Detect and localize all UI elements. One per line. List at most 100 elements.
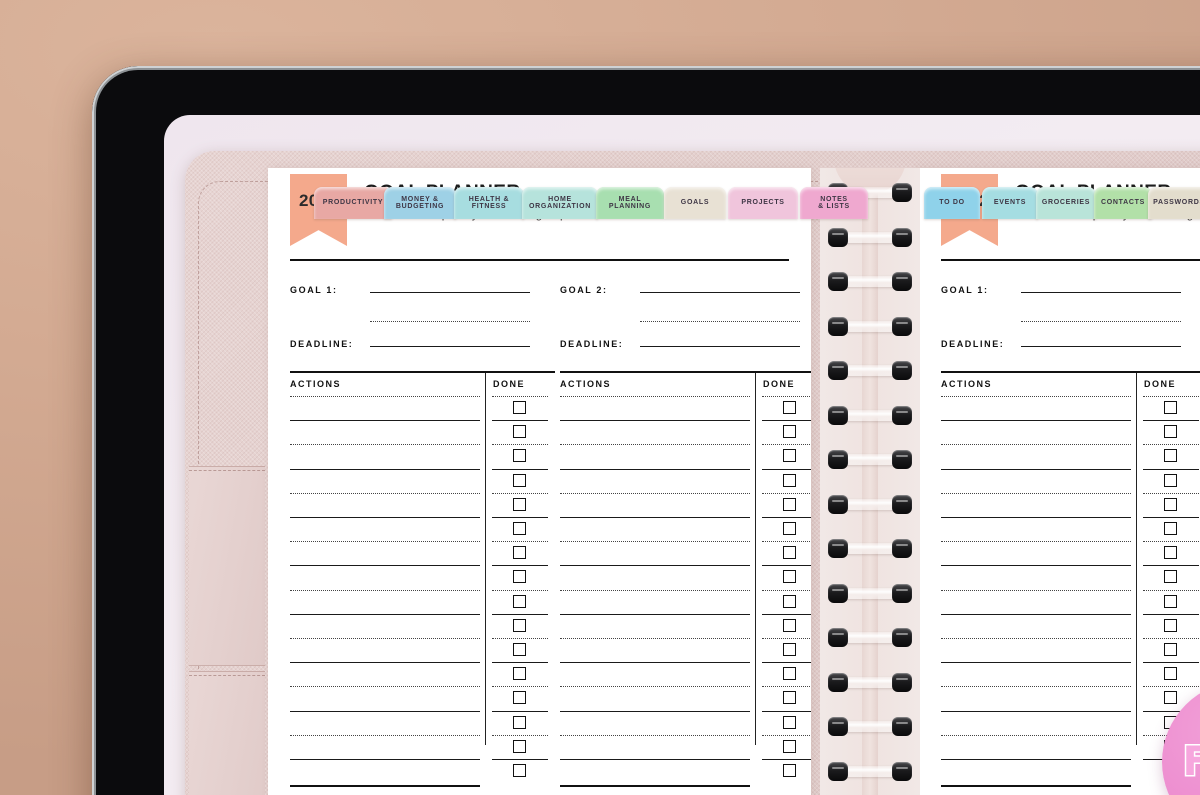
- done-checkbox[interactable]: [513, 570, 526, 584]
- action-row-line[interactable]: [560, 638, 750, 639]
- action-row-line[interactable]: [941, 541, 1131, 543]
- action-row-line[interactable]: [941, 759, 1131, 760]
- action-row-line[interactable]: [290, 589, 480, 591]
- action-row-line[interactable]: [941, 420, 1131, 422]
- done-checkbox[interactable]: [783, 667, 796, 681]
- action-row-line[interactable]: [560, 396, 750, 397]
- done-checkbox[interactable]: [1164, 401, 1177, 414]
- action-row-line[interactable]: [290, 662, 480, 664]
- done-checkbox[interactable]: [1164, 425, 1177, 439]
- goal-line[interactable]: [1021, 292, 1181, 293]
- action-row-line[interactable]: [941, 613, 1131, 615]
- tab-projects[interactable]: PROJECTS: [728, 187, 798, 219]
- done-checkbox[interactable]: [1164, 691, 1177, 705]
- done-checkbox[interactable]: [783, 449, 796, 463]
- goal-line-2[interactable]: [640, 321, 800, 322]
- done-checkbox[interactable]: [783, 691, 796, 705]
- tab-to-do[interactable]: TO DO: [924, 187, 980, 219]
- goal-line-2[interactable]: [1021, 321, 1181, 322]
- action-row-line[interactable]: [941, 517, 1131, 518]
- action-row-line[interactable]: [560, 444, 750, 446]
- tab-goals[interactable]: GOALS: [664, 187, 726, 219]
- done-checkbox[interactable]: [783, 473, 796, 487]
- tab-health-fitness[interactable]: HEALTH & FITNESS: [454, 187, 524, 219]
- done-checkbox[interactable]: [783, 546, 796, 560]
- done-checkbox[interactable]: [513, 667, 526, 681]
- done-checkbox[interactable]: [783, 522, 796, 535]
- action-row-line[interactable]: [560, 662, 750, 664]
- done-checkbox[interactable]: [783, 594, 796, 608]
- done-checkbox[interactable]: [513, 618, 526, 632]
- action-row-line[interactable]: [941, 638, 1131, 639]
- done-checkbox[interactable]: [783, 643, 796, 656]
- done-checkbox[interactable]: [1164, 473, 1177, 487]
- action-row-line[interactable]: [290, 420, 480, 422]
- action-row-line[interactable]: [290, 541, 480, 543]
- done-checkbox[interactable]: [513, 473, 526, 487]
- action-row-line[interactable]: [560, 517, 750, 518]
- action-row-line[interactable]: [941, 492, 1131, 494]
- done-checkbox[interactable]: [783, 739, 796, 753]
- action-row-line[interactable]: [560, 541, 750, 543]
- action-row-line[interactable]: [290, 396, 480, 397]
- done-checkbox[interactable]: [783, 497, 796, 511]
- action-row-line[interactable]: [941, 396, 1131, 397]
- done-checkbox[interactable]: [1164, 449, 1177, 463]
- goal-line[interactable]: [370, 292, 530, 293]
- action-row-line[interactable]: [560, 759, 750, 760]
- tab-productivity[interactable]: PRODUCTIVITY: [314, 187, 392, 219]
- action-row-line[interactable]: [290, 565, 480, 567]
- action-row-line[interactable]: [290, 492, 480, 494]
- done-checkbox[interactable]: [1164, 667, 1177, 681]
- goal-line-2[interactable]: [370, 321, 530, 322]
- action-row-line[interactable]: [941, 710, 1131, 712]
- tab-groceries[interactable]: GROCERIES: [1036, 187, 1096, 219]
- tab-contacts[interactable]: CONTACTS: [1094, 187, 1152, 219]
- done-checkbox[interactable]: [783, 618, 796, 632]
- tab-events[interactable]: EVENTS: [982, 187, 1038, 219]
- action-row-line[interactable]: [560, 420, 750, 422]
- action-row-line[interactable]: [941, 662, 1131, 664]
- action-row-line[interactable]: [290, 444, 480, 446]
- action-row-line[interactable]: [560, 468, 750, 470]
- done-checkbox[interactable]: [513, 401, 526, 414]
- done-checkbox[interactable]: [513, 449, 526, 463]
- action-row-line[interactable]: [560, 565, 750, 567]
- action-row-line[interactable]: [290, 686, 480, 688]
- tab-money-budgeting[interactable]: MONEY & BUDGETING: [384, 187, 456, 219]
- done-checkbox[interactable]: [783, 425, 796, 439]
- deadline-line[interactable]: [1021, 346, 1181, 347]
- done-checkbox[interactable]: [513, 497, 526, 511]
- done-checkbox[interactable]: [1164, 570, 1177, 584]
- done-checkbox[interactable]: [783, 570, 796, 584]
- action-row-line[interactable]: [941, 686, 1131, 688]
- done-checkbox[interactable]: [513, 522, 526, 535]
- done-checkbox[interactable]: [1164, 618, 1177, 632]
- done-checkbox[interactable]: [513, 425, 526, 439]
- action-row-line[interactable]: [941, 444, 1131, 446]
- deadline-line[interactable]: [640, 346, 800, 347]
- done-checkbox[interactable]: [1164, 546, 1177, 560]
- action-row-line[interactable]: [941, 589, 1131, 591]
- done-checkbox[interactable]: [513, 715, 526, 729]
- done-checkbox[interactable]: [1164, 522, 1177, 535]
- done-checkbox[interactable]: [1164, 594, 1177, 608]
- action-row-line[interactable]: [560, 710, 750, 712]
- tab-meal-planning[interactable]: MEAL PLANNING: [596, 187, 664, 219]
- action-row-line[interactable]: [290, 613, 480, 615]
- action-row-line[interactable]: [290, 517, 480, 518]
- action-row-line[interactable]: [290, 638, 480, 639]
- done-checkbox[interactable]: [513, 594, 526, 608]
- done-checkbox[interactable]: [783, 715, 796, 729]
- tab-home-organization[interactable]: HOME ORGANIZATION: [522, 187, 598, 219]
- done-checkbox[interactable]: [513, 546, 526, 560]
- tab-passwords[interactable]: PASSWORDS: [1148, 187, 1200, 219]
- goal-line[interactable]: [640, 292, 800, 293]
- action-row-line[interactable]: [941, 468, 1131, 470]
- action-row-line[interactable]: [290, 759, 480, 760]
- action-row-line[interactable]: [941, 734, 1131, 736]
- planner-tab-strip[interactable]: PRODUCTIVITY MONEY & BUDGETING HEALTH & FITN…: [164, 187, 1200, 219]
- done-checkbox[interactable]: [1164, 497, 1177, 511]
- done-checkbox[interactable]: [783, 401, 796, 414]
- action-row-line[interactable]: [290, 734, 480, 736]
